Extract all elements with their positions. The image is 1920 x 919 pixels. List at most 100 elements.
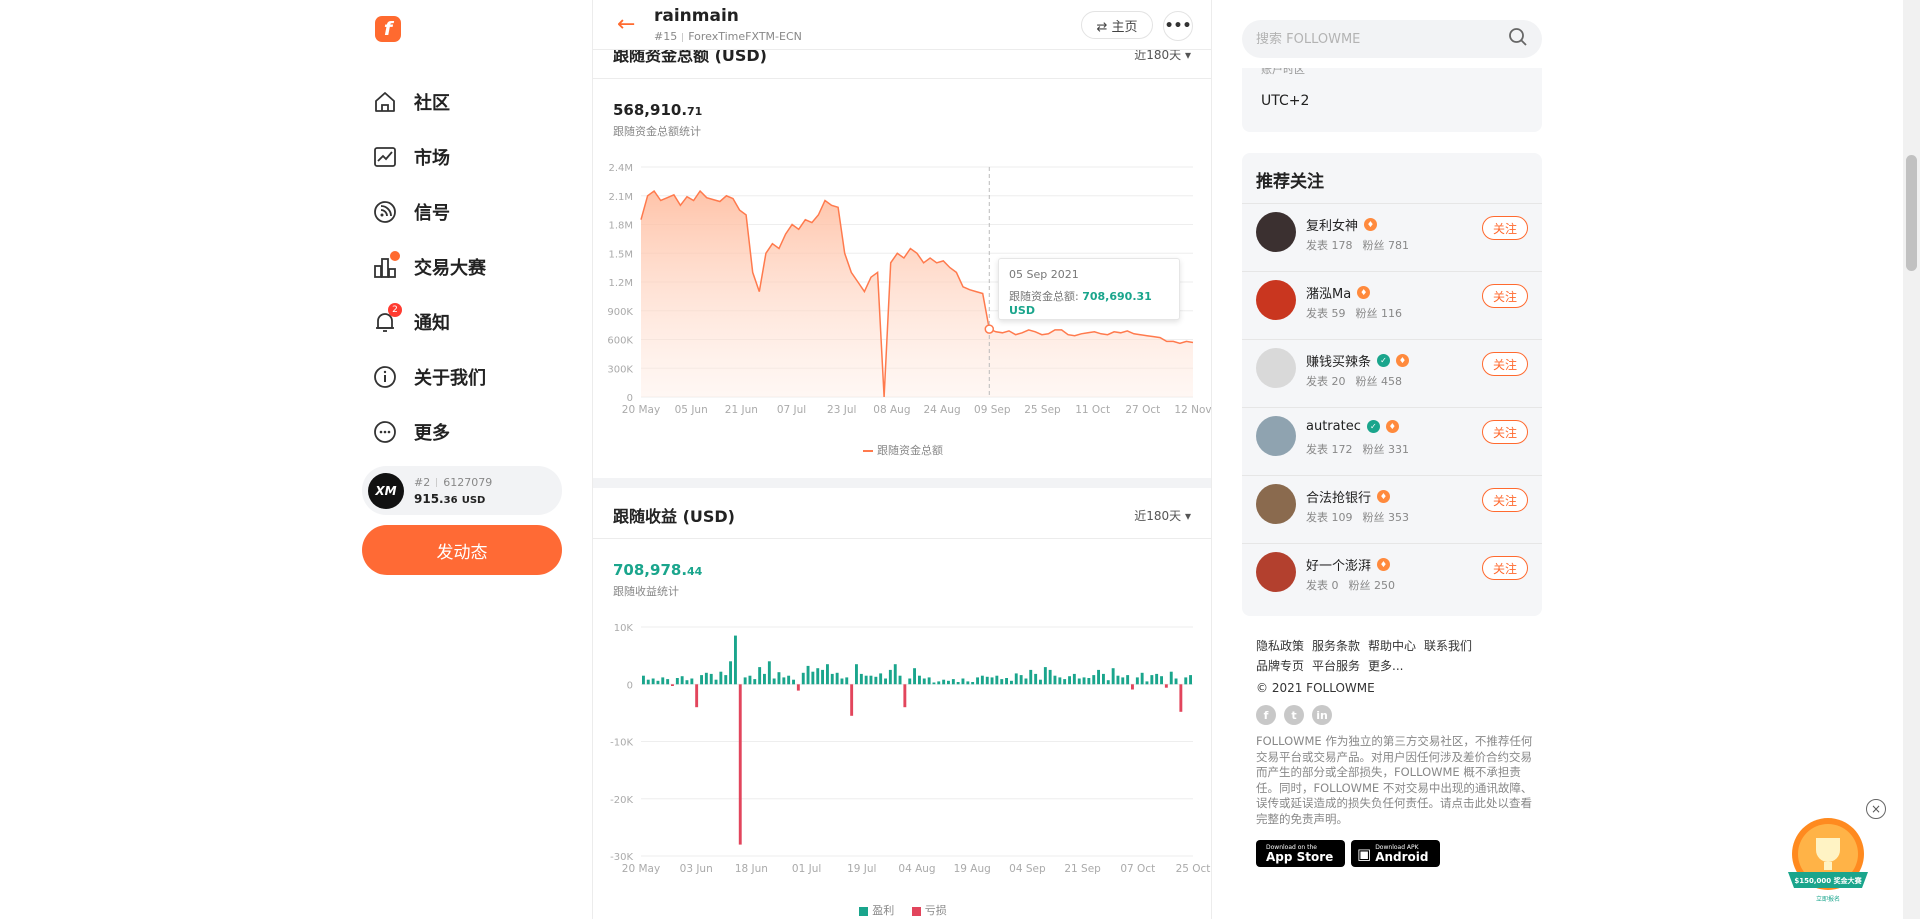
follow-button[interactable]: 关注 [1482, 352, 1528, 376]
home-button[interactable]: ⇄ 主页 [1081, 11, 1153, 39]
timezone-card: 账户时区 UTC+2 [1242, 68, 1542, 132]
profit-bar [869, 675, 873, 685]
avatar[interactable] [1256, 552, 1296, 592]
avatar[interactable] [1256, 212, 1296, 252]
nav-item-about[interactable]: 关于我们 [372, 349, 486, 404]
search-input[interactable] [1256, 31, 1508, 47]
profit-bar [826, 664, 829, 685]
link-platform[interactable]: 平台服务 [1312, 659, 1360, 673]
x-tick-label: 11 Oct [1075, 404, 1110, 416]
equity-main: 568,910. [613, 101, 688, 119]
loss-bar [796, 684, 800, 691]
linkedin-icon[interactable]: in [1312, 705, 1332, 725]
search-box[interactable] [1242, 20, 1542, 58]
equity-legend[interactable]: 跟随资金总额 [593, 442, 1211, 458]
y-tick-label: 900K [607, 307, 633, 318]
app-store-button[interactable]: Download on the App Store [1256, 840, 1345, 867]
link-contact[interactable]: 联系我们 [1424, 639, 1472, 653]
user-name[interactable]: 合法抢银行 [1306, 487, 1371, 506]
follow-button[interactable]: 关注 [1482, 556, 1528, 580]
recommend-user-row[interactable]: 合法抢银行 ♦ 发表 109 粉丝 353 关注 [1242, 476, 1542, 544]
x-tick-label: 08 Aug [873, 404, 910, 416]
main-nav: 社区 市场 信号 交易大赛 2 通知 关于我们 更多 [372, 74, 486, 459]
recommend-user-row[interactable]: 赚钱买辣条 ✓ ♦ 发表 20 粉丝 458 关注 [1242, 340, 1542, 408]
chart-tooltip: 05 Sep 2021 跟随资金总额: 708,690.31 USD [998, 258, 1180, 320]
avatar[interactable] [1256, 484, 1296, 524]
profit-bar [976, 677, 979, 685]
link-help[interactable]: 帮助中心 [1368, 639, 1416, 653]
follow-button[interactable]: 关注 [1482, 488, 1528, 512]
profit-bar [1174, 678, 1178, 685]
contest-promo-badge[interactable]: $150,000 奖金大赛 立即报名 [1780, 810, 1876, 906]
profit-bar [792, 679, 795, 685]
avatar[interactable] [1256, 280, 1296, 320]
account-subtitle: #15 ForexTimeFXTM-ECN [654, 30, 802, 43]
nav-item-market[interactable]: 市场 [372, 129, 486, 184]
profit-legend[interactable]: 盈利 亏损 [593, 902, 1211, 918]
more-options-button[interactable]: ••• [1163, 11, 1193, 41]
back-arrow-icon[interactable]: ← [617, 12, 635, 37]
profit-bar-chart[interactable]: -30K -20K -10K 0 10K 20 May 03 Jun 18 Jun 01 Jul… [593, 615, 1212, 880]
y-tick-label: 1.8M [608, 221, 633, 232]
scrollbar[interactable] [1903, 0, 1920, 919]
recommend-user-row[interactable]: 复利女神 ♦ 发表 178 粉丝 781 关注 [1242, 204, 1542, 272]
profit-bar [1039, 679, 1042, 685]
user-name[interactable]: 潴泓Ma [1306, 283, 1351, 302]
user-name[interactable]: 好一个澎湃 [1306, 555, 1371, 574]
profit-bar [772, 678, 776, 685]
post-count: 发表 172 [1306, 443, 1353, 456]
follow-button[interactable]: 关注 [1482, 284, 1528, 308]
profit-bar [922, 678, 926, 685]
profit-bar [1116, 675, 1120, 685]
nav-item-more[interactable]: 更多 [372, 404, 486, 459]
profit-bar [1189, 675, 1192, 685]
profit-bar [1058, 677, 1062, 685]
profit-range-select[interactable]: 近180天 ▾ [1134, 507, 1191, 524]
account-balance: 915.36 USD [414, 492, 492, 506]
nav-item-contest[interactable]: 交易大赛 [372, 239, 486, 294]
legend-label: 跟随资金总额 [877, 444, 943, 457]
avatar[interactable] [1256, 348, 1296, 388]
nav-item-community[interactable]: 社区 [372, 74, 486, 129]
recommend-user-row[interactable]: autratec ✓ ♦ 发表 172 粉丝 331 关注 [1242, 408, 1542, 476]
link-brand[interactable]: 品牌专页 [1256, 659, 1304, 673]
loss-bar [1131, 684, 1134, 690]
search-icon[interactable] [1508, 27, 1528, 51]
recommend-user-row[interactable]: 好一个澎湃 ♦ 发表 0 粉丝 250 关注 [1256, 544, 1528, 612]
link-terms[interactable]: 服务条款 [1312, 639, 1360, 653]
post-button[interactable]: 发动态 [362, 525, 562, 575]
user-stats: 发表 20 粉丝 458 [1306, 373, 1402, 389]
followme-logo[interactable]: f [375, 16, 401, 42]
section-gap [593, 478, 1211, 488]
user-name[interactable]: 赚钱买辣条 [1306, 351, 1371, 370]
profit-bar [1106, 680, 1110, 685]
twitter-icon[interactable]: t [1284, 705, 1304, 725]
legend-swatch-profit [859, 906, 869, 916]
recommend-user-row[interactable]: 潴泓Ma ♦ 发表 59 粉丝 116 关注 [1242, 272, 1542, 340]
profit-bar [646, 679, 650, 685]
facebook-icon[interactable]: f [1256, 705, 1276, 725]
user-stats: 发表 178 粉丝 781 [1306, 237, 1409, 253]
nav-item-notifications[interactable]: 2 通知 [372, 294, 486, 349]
profit-bar [1077, 678, 1081, 685]
nav-item-signal[interactable]: 信号 [372, 184, 486, 239]
scrollbar-thumb[interactable] [1906, 155, 1917, 271]
follow-button[interactable]: 关注 [1482, 216, 1528, 240]
link-more[interactable]: 更多... [1368, 659, 1403, 673]
profit-bar [767, 661, 771, 685]
close-icon[interactable]: × [1866, 799, 1886, 819]
link-privacy[interactable]: 隐私政策 [1256, 639, 1304, 653]
follow-button[interactable]: 关注 [1482, 420, 1528, 444]
user-name[interactable]: autratec [1306, 419, 1361, 434]
account-switcher[interactable]: XM #2 6127079 915.36 USD [362, 466, 562, 515]
profit-bar [782, 677, 786, 685]
user-name[interactable]: 复利女神 [1306, 215, 1358, 234]
profit-bar [1121, 677, 1125, 685]
android-button[interactable]: ▣ Download APK Android [1351, 840, 1440, 867]
divider [593, 78, 1211, 79]
profit-bar [801, 672, 805, 685]
avatar[interactable] [1256, 416, 1296, 456]
y-tick-label: 0 [627, 680, 633, 691]
x-tick-label: 25 Oct [1176, 863, 1211, 875]
y-tick-label: -30K [610, 852, 633, 863]
